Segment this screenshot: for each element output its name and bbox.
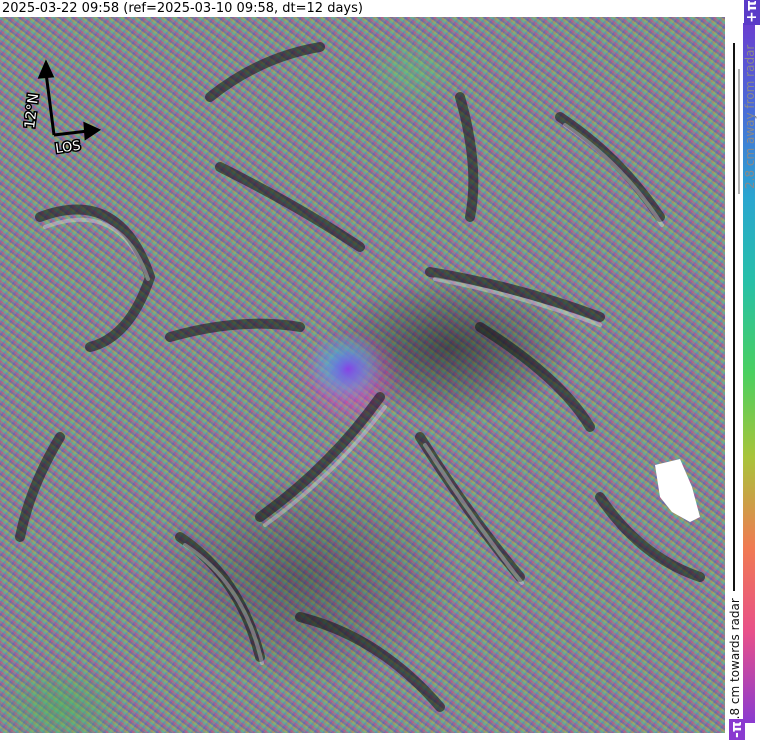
masked-area — [655, 459, 700, 522]
minus-pi-label: -π — [729, 719, 745, 740]
los-label: LOS — [54, 139, 81, 157]
colorbar: +π 2.8 cm away from radar 2.8 cm towards… — [725, 0, 775, 740]
plus-pi-label: +π — [744, 0, 760, 25]
away-from-radar-label: 2.8 cm away from radar — [743, 44, 757, 189]
towards-arrow-line — [733, 43, 735, 591]
interferogram-map: 12°N LOS — [0, 17, 725, 733]
away-arrow-line — [738, 69, 740, 194]
north-label: 12°N — [22, 93, 42, 130]
towards-radar-label: 2.8 cm towards radar — [728, 598, 742, 727]
compass-icon: 12°N LOS — [21, 59, 102, 158]
image-title: 2025-03-22 09:58 (ref=2025-03-10 09:58, … — [2, 1, 363, 16]
